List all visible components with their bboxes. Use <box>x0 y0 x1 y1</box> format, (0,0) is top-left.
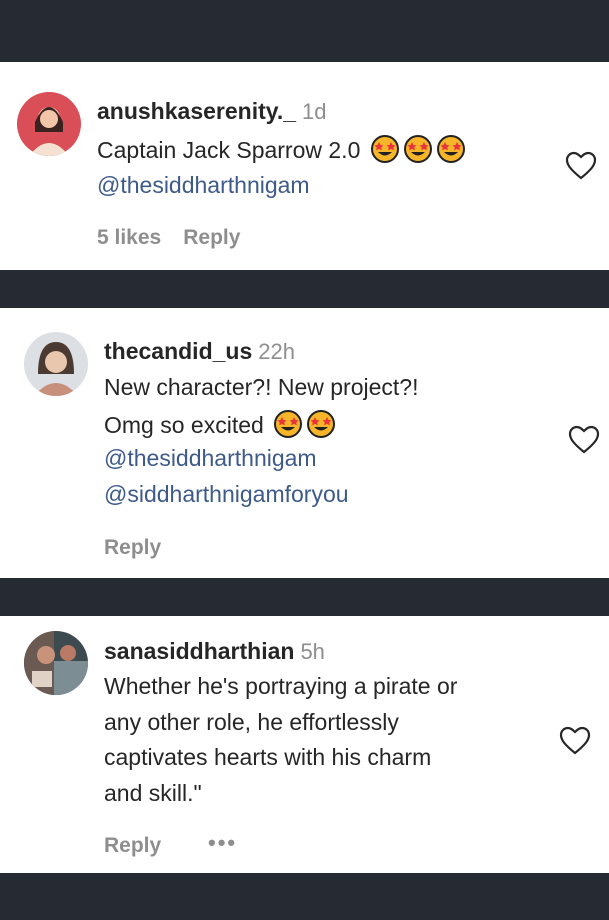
comment-text: Omg so excited <box>104 409 336 439</box>
comment-card: sanasiddharthian 5h Whether he's portrayi… <box>0 616 609 873</box>
timestamp[interactable]: 22h <box>258 339 295 364</box>
comment-actions: Reply <box>104 536 183 560</box>
mention-link[interactable]: @thesiddharthnigam <box>97 172 310 199</box>
star-struck-emoji <box>273 409 303 439</box>
comment-card: thecandid_us 22h New character?! New proj… <box>0 308 609 578</box>
comment-header: thecandid_us 22h <box>104 338 295 365</box>
reply-button[interactable]: Reply <box>104 536 161 559</box>
comment-line: Whether he's portraying a pirate or <box>104 673 458 699</box>
comment-card: anushkaserenity._ 1d Captain Jack Sparrow… <box>0 62 609 270</box>
avatar[interactable] <box>24 631 88 695</box>
comment-line: Omg so excited <box>104 412 264 438</box>
username[interactable]: sanasiddharthian <box>104 638 294 664</box>
heart-outline-icon[interactable] <box>568 425 600 455</box>
star-struck-emoji <box>436 134 466 164</box>
reply-button[interactable]: Reply <box>104 834 161 857</box>
comment-line: New character?! New project?! <box>104 374 419 400</box>
avatar[interactable] <box>24 332 88 396</box>
likes-count[interactable]: 5 likes <box>97 226 161 249</box>
comment-actions: Reply <box>104 834 183 858</box>
avatar[interactable] <box>17 92 81 156</box>
reply-button[interactable]: Reply <box>183 226 240 249</box>
comment-line: and skill." <box>104 780 202 806</box>
comment-line: any other role, he effortlessly <box>104 709 399 735</box>
star-struck-emoji <box>403 134 433 164</box>
timestamp[interactable]: 1d <box>302 99 326 124</box>
mention-link[interactable]: @siddharthnigamforyou <box>104 481 349 508</box>
comment-text: Captain Jack Sparrow 2.0 <box>97 134 466 164</box>
timestamp[interactable]: 5h <box>300 639 324 664</box>
mention-link[interactable]: @thesiddharthnigam <box>104 445 317 472</box>
comment-line: captivates hearts with his charm <box>104 744 432 770</box>
comment-actions: 5 likes Reply <box>97 226 262 250</box>
username[interactable]: thecandid_us <box>104 338 252 364</box>
comment-header: anushkaserenity._ 1d <box>97 98 327 125</box>
username[interactable]: anushkaserenity._ <box>97 98 296 124</box>
star-struck-emoji <box>370 134 400 164</box>
more-options-icon[interactable]: ••• <box>208 830 237 856</box>
comment-header: sanasiddharthian 5h <box>104 638 325 665</box>
heart-outline-icon[interactable] <box>565 151 597 181</box>
comment-line: Captain Jack Sparrow 2.0 <box>97 137 361 163</box>
star-struck-emoji <box>306 409 336 439</box>
heart-outline-icon[interactable] <box>559 726 591 756</box>
